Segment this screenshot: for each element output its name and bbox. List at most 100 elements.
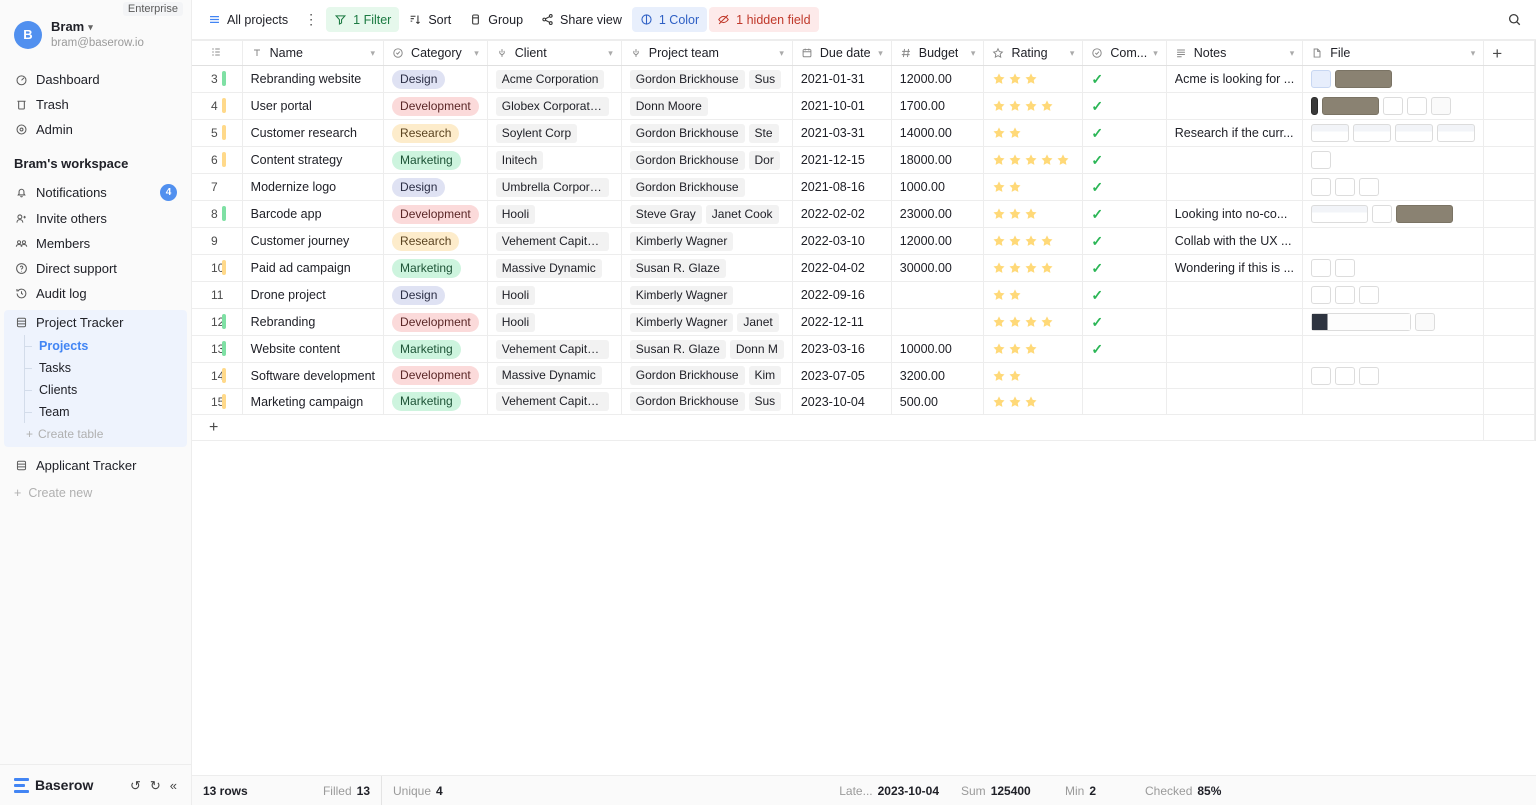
cell-completed[interactable]: ✓ (1082, 92, 1167, 120)
cell-notes[interactable] (1166, 281, 1304, 309)
completed-check-icon[interactable]: ✓ (1091, 125, 1103, 141)
add-row-cell[interactable]: + (192, 414, 1485, 441)
client-chip[interactable]: Soylent Corp (495, 123, 578, 143)
chevron-down-icon[interactable]: ▾ (1471, 48, 1476, 59)
cell-rating[interactable] (983, 65, 1084, 93)
table-row[interactable]: 11 Drone project Design Hooli Kimberly W… (192, 281, 1535, 309)
sidebar-item-notifications[interactable]: Notifications 4 (0, 179, 191, 206)
team-member-chip[interactable]: Gordon Brickhouse (629, 123, 745, 143)
column-header-category[interactable]: Category ▾ (383, 40, 488, 66)
cell-budget[interactable]: 3200.00 (891, 362, 985, 389)
footer-rating-agg[interactable]: Min 2 (1054, 776, 1134, 805)
cell-due-date[interactable]: 2022-04-02 (792, 254, 892, 282)
cell-name[interactable]: Customer journey (242, 227, 385, 255)
file-thumbnail[interactable] (1383, 97, 1404, 115)
cell-budget[interactable]: 12000.00 (891, 227, 985, 255)
cell-rating[interactable] (983, 362, 1084, 389)
cell-category[interactable]: Marketing (383, 146, 488, 174)
cell-file[interactable] (1302, 173, 1485, 201)
cell-completed[interactable]: ✓ (1082, 65, 1167, 93)
create-new-button[interactable]: + Create new (0, 478, 191, 508)
cell-budget[interactable]: 12000.00 (891, 65, 985, 93)
sidebar-item-audit-log[interactable]: Audit log (0, 281, 191, 306)
client-chip[interactable]: Vehement Capital Pa... (495, 231, 609, 251)
cell-file[interactable] (1302, 146, 1485, 174)
completed-check-icon[interactable]: ✓ (1091, 341, 1103, 357)
cell-name[interactable]: Customer research (242, 119, 385, 147)
cell-due-date[interactable]: 2021-01-31 (792, 65, 892, 93)
completed-check-icon[interactable]: ✓ (1091, 98, 1103, 114)
cell-notes[interactable] (1166, 92, 1304, 120)
cell-client[interactable]: Umbrella Corporation (487, 173, 622, 201)
cell-completed[interactable]: ✓ (1082, 146, 1167, 174)
team-member-chip[interactable]: Janet Cook (705, 204, 779, 224)
cell-rating[interactable] (983, 227, 1084, 255)
footer-category-agg[interactable]: Unique 4 (382, 776, 484, 805)
hidden-fields-button[interactable]: 1 hidden field (709, 7, 819, 32)
cell-project-team[interactable]: Kimberly Wagner (621, 227, 793, 255)
file-thumbnail[interactable] (1311, 178, 1332, 196)
cell-category[interactable]: Research (383, 119, 488, 147)
cell-client[interactable]: Massive Dynamic (487, 362, 622, 389)
team-member-chip[interactable]: Janet (737, 312, 779, 332)
category-tag[interactable]: Marketing (392, 339, 461, 359)
cell-budget[interactable] (891, 281, 985, 309)
cell-name[interactable]: Rebranding (242, 308, 385, 336)
team-member-chip[interactable]: Donn Moore (629, 96, 708, 116)
file-thumbnail[interactable] (1431, 97, 1452, 115)
cell-client[interactable]: Hooli (487, 308, 622, 336)
cell-completed[interactable]: ✓ (1082, 308, 1167, 336)
cell-budget[interactable]: 30000.00 (891, 254, 985, 282)
cell-completed[interactable]: ✓ (1082, 281, 1167, 309)
cell-file[interactable] (1302, 281, 1485, 309)
cell-completed[interactable]: ✓ (1082, 335, 1167, 363)
cell-rating[interactable] (983, 173, 1084, 201)
file-thumbnail[interactable] (1359, 286, 1380, 304)
cell-rating[interactable] (983, 254, 1084, 282)
cell-client[interactable]: Vehement Capital Pa... (487, 227, 622, 255)
cell-due-date[interactable]: 2021-10-01 (792, 92, 892, 120)
table-row[interactable]: 4 User portal Development Globex Corpora… (192, 92, 1535, 120)
chevron-down-icon[interactable]: ▾ (1290, 48, 1295, 59)
cell-budget[interactable]: 1700.00 (891, 92, 985, 120)
cell-name[interactable]: Marketing campaign (242, 388, 385, 415)
chevron-down-icon[interactable]: ▾ (608, 48, 613, 59)
cell-client[interactable]: Acme Corporation (487, 65, 622, 93)
cell-project-team[interactable]: Gordon Brickhouse Sus (621, 65, 793, 93)
cell-budget[interactable]: 23000.00 (891, 200, 985, 228)
team-member-chip[interactable]: Gordon Brickhouse (629, 177, 745, 197)
cell-rating[interactable] (983, 146, 1084, 174)
cell-notes[interactable]: Wondering if this is ... (1166, 254, 1304, 282)
filter-button[interactable]: 1 Filter (326, 7, 400, 32)
cell-completed[interactable]: ✓ (1082, 254, 1167, 282)
row-number-cell[interactable]: 7 (192, 173, 243, 201)
cell-name[interactable]: Software development (242, 362, 385, 389)
file-thumbnail[interactable] (1359, 366, 1380, 385)
view-context-menu-icon[interactable]: ⋮ (298, 11, 324, 28)
team-member-chip[interactable]: Gordon Brickhouse (629, 392, 745, 411)
cell-name[interactable]: User portal (242, 92, 385, 120)
footer-due-agg[interactable]: Late... 2023-10-04 (748, 776, 950, 805)
cell-category[interactable]: Design (383, 65, 488, 93)
cell-project-team[interactable]: Gordon Brickhouse (621, 173, 793, 201)
cell-file[interactable] (1302, 335, 1485, 363)
cell-name[interactable]: Drone project (242, 281, 385, 309)
cell-completed[interactable]: ✓ (1082, 200, 1167, 228)
cell-category[interactable]: Development (383, 308, 488, 336)
cell-project-team[interactable]: Gordon Brickhouse Sus (621, 388, 793, 415)
cell-name[interactable]: Rebranding website (242, 65, 385, 93)
cell-completed[interactable]: ✓ (1082, 173, 1167, 201)
cell-name[interactable]: Modernize logo (242, 173, 385, 201)
client-chip[interactable]: Hooli (495, 285, 536, 305)
column-header-project-team[interactable]: Project team ▾ (621, 40, 793, 66)
file-thumbnail[interactable] (1353, 124, 1392, 142)
cell-client[interactable]: Vehement Capital Pa... (487, 335, 622, 363)
file-thumbnail[interactable] (1335, 366, 1356, 385)
column-header-rating[interactable]: Rating ▾ (983, 40, 1084, 66)
team-member-chip[interactable]: Kimberly Wagner (629, 231, 734, 251)
cell-notes[interactable] (1166, 335, 1304, 363)
category-tag[interactable]: Development (392, 204, 479, 224)
team-member-chip[interactable]: Gordon Brickhouse (629, 150, 745, 170)
database-header[interactable]: Project Tracker (4, 310, 187, 335)
cell-name[interactable]: Content strategy (242, 146, 385, 174)
